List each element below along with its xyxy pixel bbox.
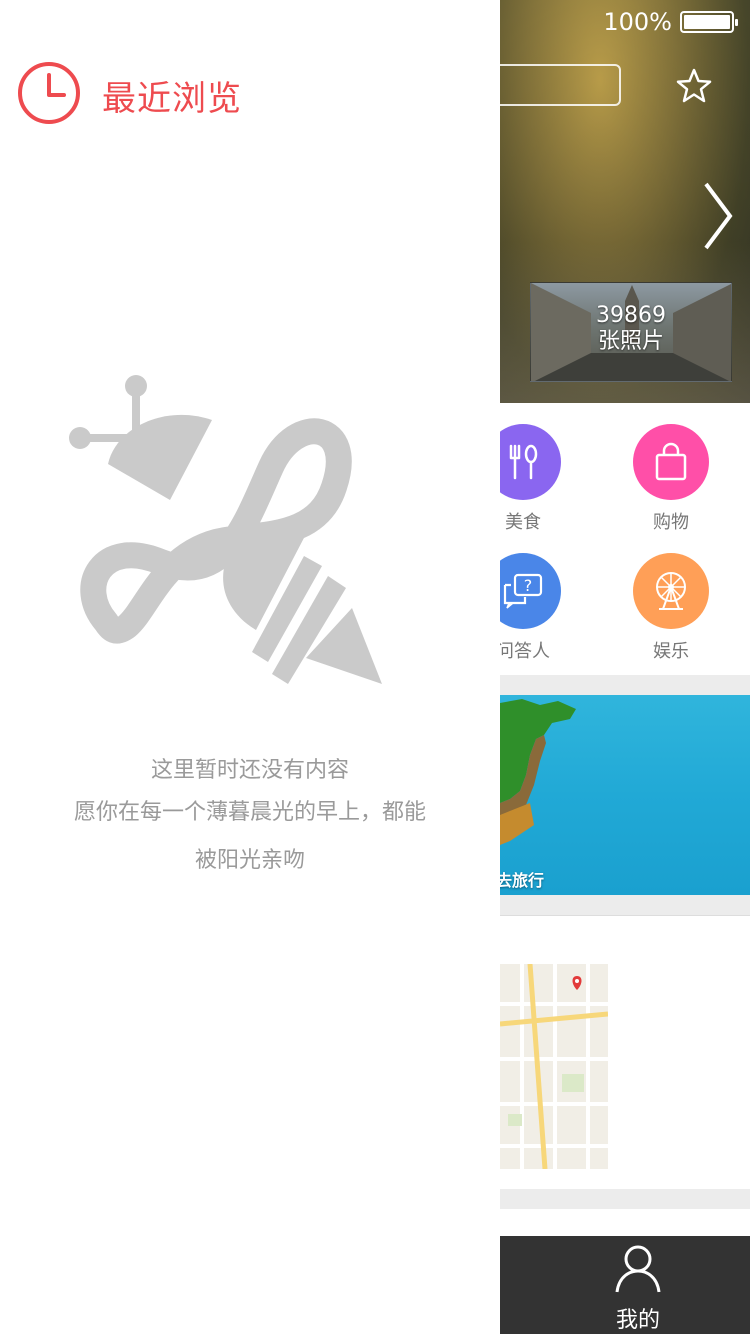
star-icon (676, 68, 712, 103)
travel-banner[interactable]: 去旅行 (500, 695, 750, 895)
drawer-header: 最近浏览 (16, 62, 242, 128)
tab-me-label: 我的 (615, 1308, 660, 1333)
shopping-bag-icon (633, 424, 709, 500)
battery-percent: 100% (603, 8, 672, 36)
search-input[interactable] (500, 64, 621, 106)
user-icon (615, 1245, 661, 1293)
map-island-graphic (500, 699, 576, 845)
ferris-wheel-icon (633, 553, 709, 629)
category-qa[interactable]: ? 问答人 (500, 553, 578, 663)
category-qa-label: 问答人 (500, 641, 550, 662)
fork-spoon-icon (500, 424, 561, 500)
favorite-star-button[interactable] (674, 66, 714, 106)
chevron-right-icon (704, 182, 733, 250)
status-bar: 100% (603, 8, 738, 36)
section-divider (500, 1189, 750, 1209)
next-arrow-button[interactable] (700, 180, 736, 252)
category-food-label: 美食 (505, 512, 541, 533)
photo-count: 39869 (596, 303, 666, 328)
section-divider (500, 895, 750, 915)
tab-me[interactable]: 我的 (598, 1244, 678, 1334)
svg-text:?: ? (524, 576, 533, 595)
category-entertainment[interactable]: 娱乐 (616, 553, 726, 663)
map-thumbnail[interactable] (500, 964, 608, 1169)
section-divider (500, 675, 750, 695)
empty-message-line2: 愿你在每一个薄暮晨光的早上，都能 (73, 800, 426, 825)
battery-icon (680, 11, 738, 33)
bee-logo-icon (66, 372, 386, 692)
recent-browse-drawer: 最近浏览 这里暂时还没有内容 愿你在每一个薄暮晨光的早上，都能 被阳光亲吻 (0, 0, 500, 1334)
map-icon (500, 964, 608, 1169)
banner-caption: 去旅行 (500, 871, 545, 890)
empty-message-line1: 这里暂时还没有内容 (150, 758, 349, 783)
photo-count-label: 张照片 (597, 329, 664, 354)
photo-count-card[interactable]: 39869 张照片 (530, 282, 732, 382)
category-food[interactable]: 美食 (500, 424, 578, 534)
category-entertainment-label: 娱乐 (653, 641, 689, 662)
category-shopping[interactable]: 购物 (616, 424, 726, 534)
main-page-behind-drawer[interactable]: 100% 39869 张照片 美食 购物 ? 问答人 娱乐 去旅行 我的 (500, 0, 750, 1334)
drawer-title: 最近浏览 (102, 78, 242, 119)
bottom-tab-bar: 我的 (500, 1236, 750, 1334)
clock-icon (16, 60, 82, 130)
empty-message-line3: 被阳光亲吻 (194, 848, 305, 873)
chat-question-icon: ? (500, 553, 561, 629)
category-shopping-label: 购物 (653, 512, 689, 533)
